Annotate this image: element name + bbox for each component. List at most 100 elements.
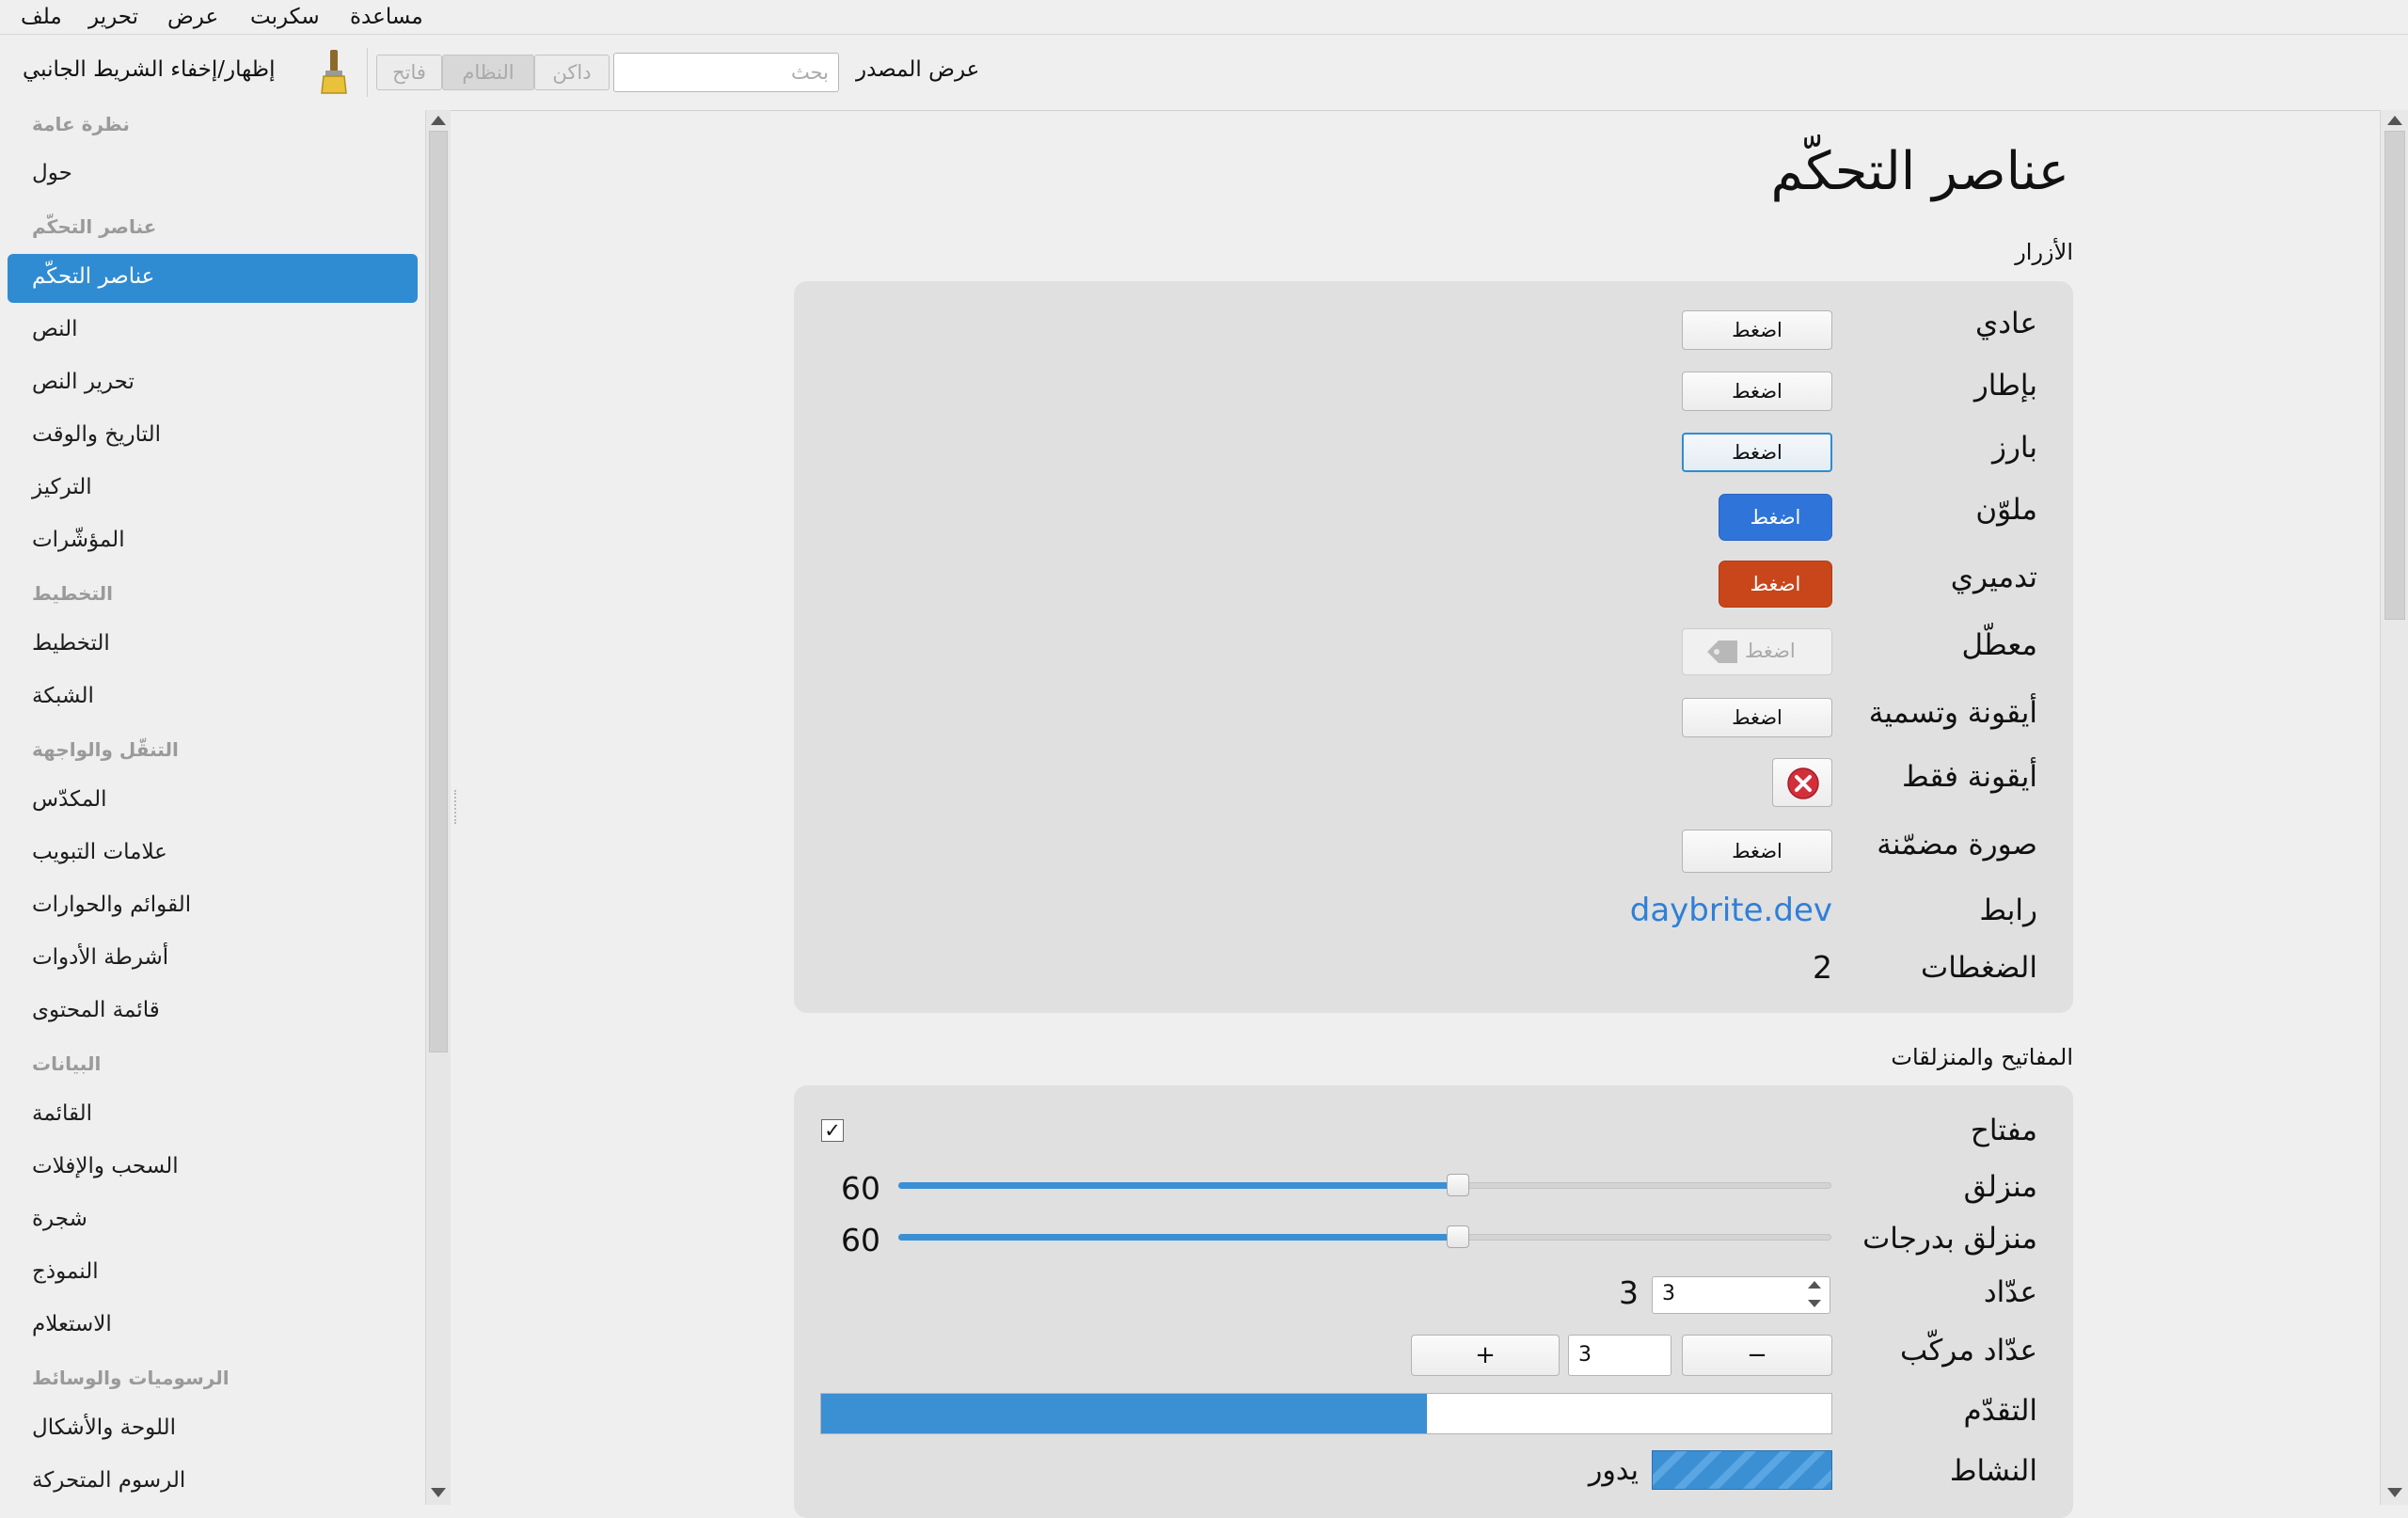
theme-light-button[interactable]: فاتح (376, 55, 442, 90)
menu-edit[interactable]: تحرير (88, 3, 138, 31)
buttons-section-title: الأزرار (2015, 239, 2073, 265)
sidebar-section-overview: نظرة عامة (32, 113, 130, 135)
menu-script[interactable]: سكربت (250, 3, 320, 31)
clicks-count: 2 (1813, 949, 1832, 986)
switches-section-title: المفاتيح والمنزلقات (1891, 1044, 2073, 1070)
normal-button[interactable]: اضغط (1682, 310, 1832, 350)
sidebar-item-canvas-shapes[interactable]: اللوحة والأشكال (32, 1415, 176, 1440)
sidebar-item-about[interactable]: حول (32, 161, 72, 185)
disabled-button: اضغط (1682, 628, 1832, 675)
sidebar-section-navigation: التنقّل والواجهة (32, 738, 179, 761)
daybrite-link[interactable]: daybrite.dev (1630, 892, 1832, 929)
disabled-button-label: اضغط (1745, 640, 1796, 662)
spinner-arrows[interactable] (1804, 1279, 1827, 1311)
row-label-disabled: معطّل (1961, 628, 2037, 662)
spinner-down-icon[interactable] (1808, 1300, 1821, 1307)
row-label-compound-spinner: عدّاد مركّب (1900, 1334, 2037, 1368)
destructive-button[interactable]: اضغط (1719, 561, 1832, 608)
view-source-button[interactable]: عرض المصدر (856, 57, 979, 82)
colored-button[interactable]: اضغط (1719, 494, 1832, 541)
slider-fill (898, 1182, 1459, 1189)
sidebar-item-animations[interactable]: الرسوم المتحركة (32, 1468, 185, 1493)
row-label-switch: مفتاح (1970, 1114, 2037, 1147)
stepped-slider-handle[interactable] (1447, 1225, 1470, 1248)
sidebar-item-stack[interactable]: المكدّس (32, 787, 107, 812)
disabled-tag-icon (1707, 640, 1737, 663)
sidebar-section-graphics: الرسوميات والوسائط (32, 1367, 230, 1389)
toolbar: إظهار/إخفاء الشريط الجانبي فاتح النظام د… (0, 35, 2408, 111)
progress-bar (820, 1393, 1832, 1434)
row-label-destructive: تدميري (1950, 561, 2037, 594)
row-label-prominent: بارز (1991, 431, 2037, 465)
sidebar-item-query[interactable]: الاستعلام (32, 1312, 112, 1336)
sidebar-section-layout: التخطيط (32, 582, 114, 605)
sidebar-item-indicators[interactable]: المؤشّرات (32, 528, 125, 552)
paintbrush-icon (321, 50, 347, 94)
sidebar-item-tree[interactable]: شجرة (32, 1207, 87, 1231)
theme-dark-button[interactable]: داكن (534, 55, 610, 90)
row-label-stepped-slider: منزلق بدرجات (1862, 1222, 2037, 1256)
sidebar-item-controls[interactable]: عناصر التحكّم (32, 264, 154, 289)
sidebar-item-focus[interactable]: التركيز (32, 475, 92, 499)
sidebar-splitter-handle[interactable] (454, 790, 459, 824)
sidebar-item-menus-dialogs[interactable]: القوائم والحوارات (32, 893, 191, 917)
spinner-up-icon[interactable] (1808, 1281, 1821, 1289)
menu-help[interactable]: مساعدة (350, 3, 423, 31)
compound-spinner-input[interactable]: 3 (1568, 1335, 1671, 1376)
sidebar-item-grid[interactable]: الشبكة (32, 684, 94, 708)
row-label-spinner: عدّاد (1983, 1275, 2037, 1309)
row-label-bordered: بإطار (1973, 369, 2037, 403)
sidebar-item-tabs[interactable]: علامات التبويب (32, 840, 167, 864)
row-label-clicks: الضغطات (1921, 951, 2037, 985)
sidebar-item-layout[interactable]: التخطيط (32, 631, 110, 656)
embedded-image-button[interactable]: اضغط (1682, 830, 1832, 873)
compound-spinner-plus-button[interactable]: + (1411, 1335, 1560, 1376)
switch-checkbox[interactable]: ✓ (821, 1119, 844, 1142)
sidebar-item-list[interactable]: القائمة (32, 1101, 92, 1126)
row-label-icon-only: أيقونة فقط (1902, 760, 2037, 794)
row-label-icon-and-label: أيقونة وتسمية (1868, 696, 2037, 730)
row-label-slider: منزلق (1963, 1170, 2037, 1204)
icon-and-label-button[interactable]: اضغط (1682, 698, 1832, 737)
sidebar-item-drag-drop[interactable]: السحب والإفلات (32, 1154, 179, 1178)
sidebar-item-toolbars[interactable]: أشرطة الأدوات (32, 945, 168, 970)
sidebar-toggle-button[interactable]: إظهار/إخفاء الشريط الجانبي (23, 57, 275, 82)
sidebar-item-form[interactable]: النموذج (32, 1259, 99, 1284)
main-scroll-up-arrow-icon[interactable] (2387, 116, 2402, 125)
sidebar-section-controls: عناصر التحكّم (32, 215, 157, 238)
menu-file[interactable]: ملف (21, 3, 62, 31)
sidebar-item-context-menu[interactable]: قائمة المحتوى (32, 998, 160, 1022)
compound-spinner-minus-button[interactable]: − (1682, 1335, 1832, 1376)
search-input[interactable] (613, 53, 839, 92)
row-label-link: رابط (1979, 893, 2037, 927)
sidebar-section-data: البيانات (32, 1052, 102, 1075)
bordered-button[interactable]: اضغط (1682, 372, 1832, 411)
sidebar-scrollbar[interactable] (425, 110, 451, 1505)
toolbar-separator (367, 48, 368, 97)
row-label-progress: التقدّم (1963, 1394, 2037, 1428)
close-circle-icon (1787, 767, 1819, 799)
sidebar: نظرة عامة حول عناصر التحكّم عناصر التحكّ… (0, 110, 425, 1505)
buttons-panel (794, 281, 2073, 1013)
slider-handle[interactable] (1447, 1174, 1470, 1196)
prominent-button[interactable]: اضغط (1682, 433, 1832, 472)
scroll-up-arrow-icon[interactable] (431, 116, 446, 125)
scroll-down-arrow-icon[interactable] (431, 1488, 446, 1497)
stepped-slider-fill (898, 1234, 1459, 1241)
main-scroll-down-arrow-icon[interactable] (2387, 1488, 2402, 1497)
sidebar-item-text[interactable]: النص (32, 317, 78, 341)
main-scroll-thumb[interactable] (2384, 131, 2405, 620)
main-scrollbar[interactable] (2380, 110, 2408, 1505)
switches-panel (794, 1085, 2073, 1518)
sidebar-item-date-time[interactable]: التاريخ والوقت (32, 422, 161, 447)
progress-bar-fill (821, 1394, 1428, 1433)
icon-only-button[interactable] (1772, 758, 1832, 807)
row-label-activity: النشاط (1949, 1454, 2037, 1488)
spinner-value: 3 (1619, 1274, 1639, 1311)
menu-view[interactable]: عرض (167, 3, 218, 31)
row-label-embedded-image: صورة مضمّنة (1877, 828, 2037, 862)
theme-system-button[interactable]: النظام (442, 55, 534, 90)
sidebar-scroll-thumb[interactable] (429, 131, 448, 1052)
menu-bar: ملف تحرير عرض سكربت مساعدة (0, 0, 2408, 35)
sidebar-item-text-editing[interactable]: تحرير النص (32, 370, 135, 394)
